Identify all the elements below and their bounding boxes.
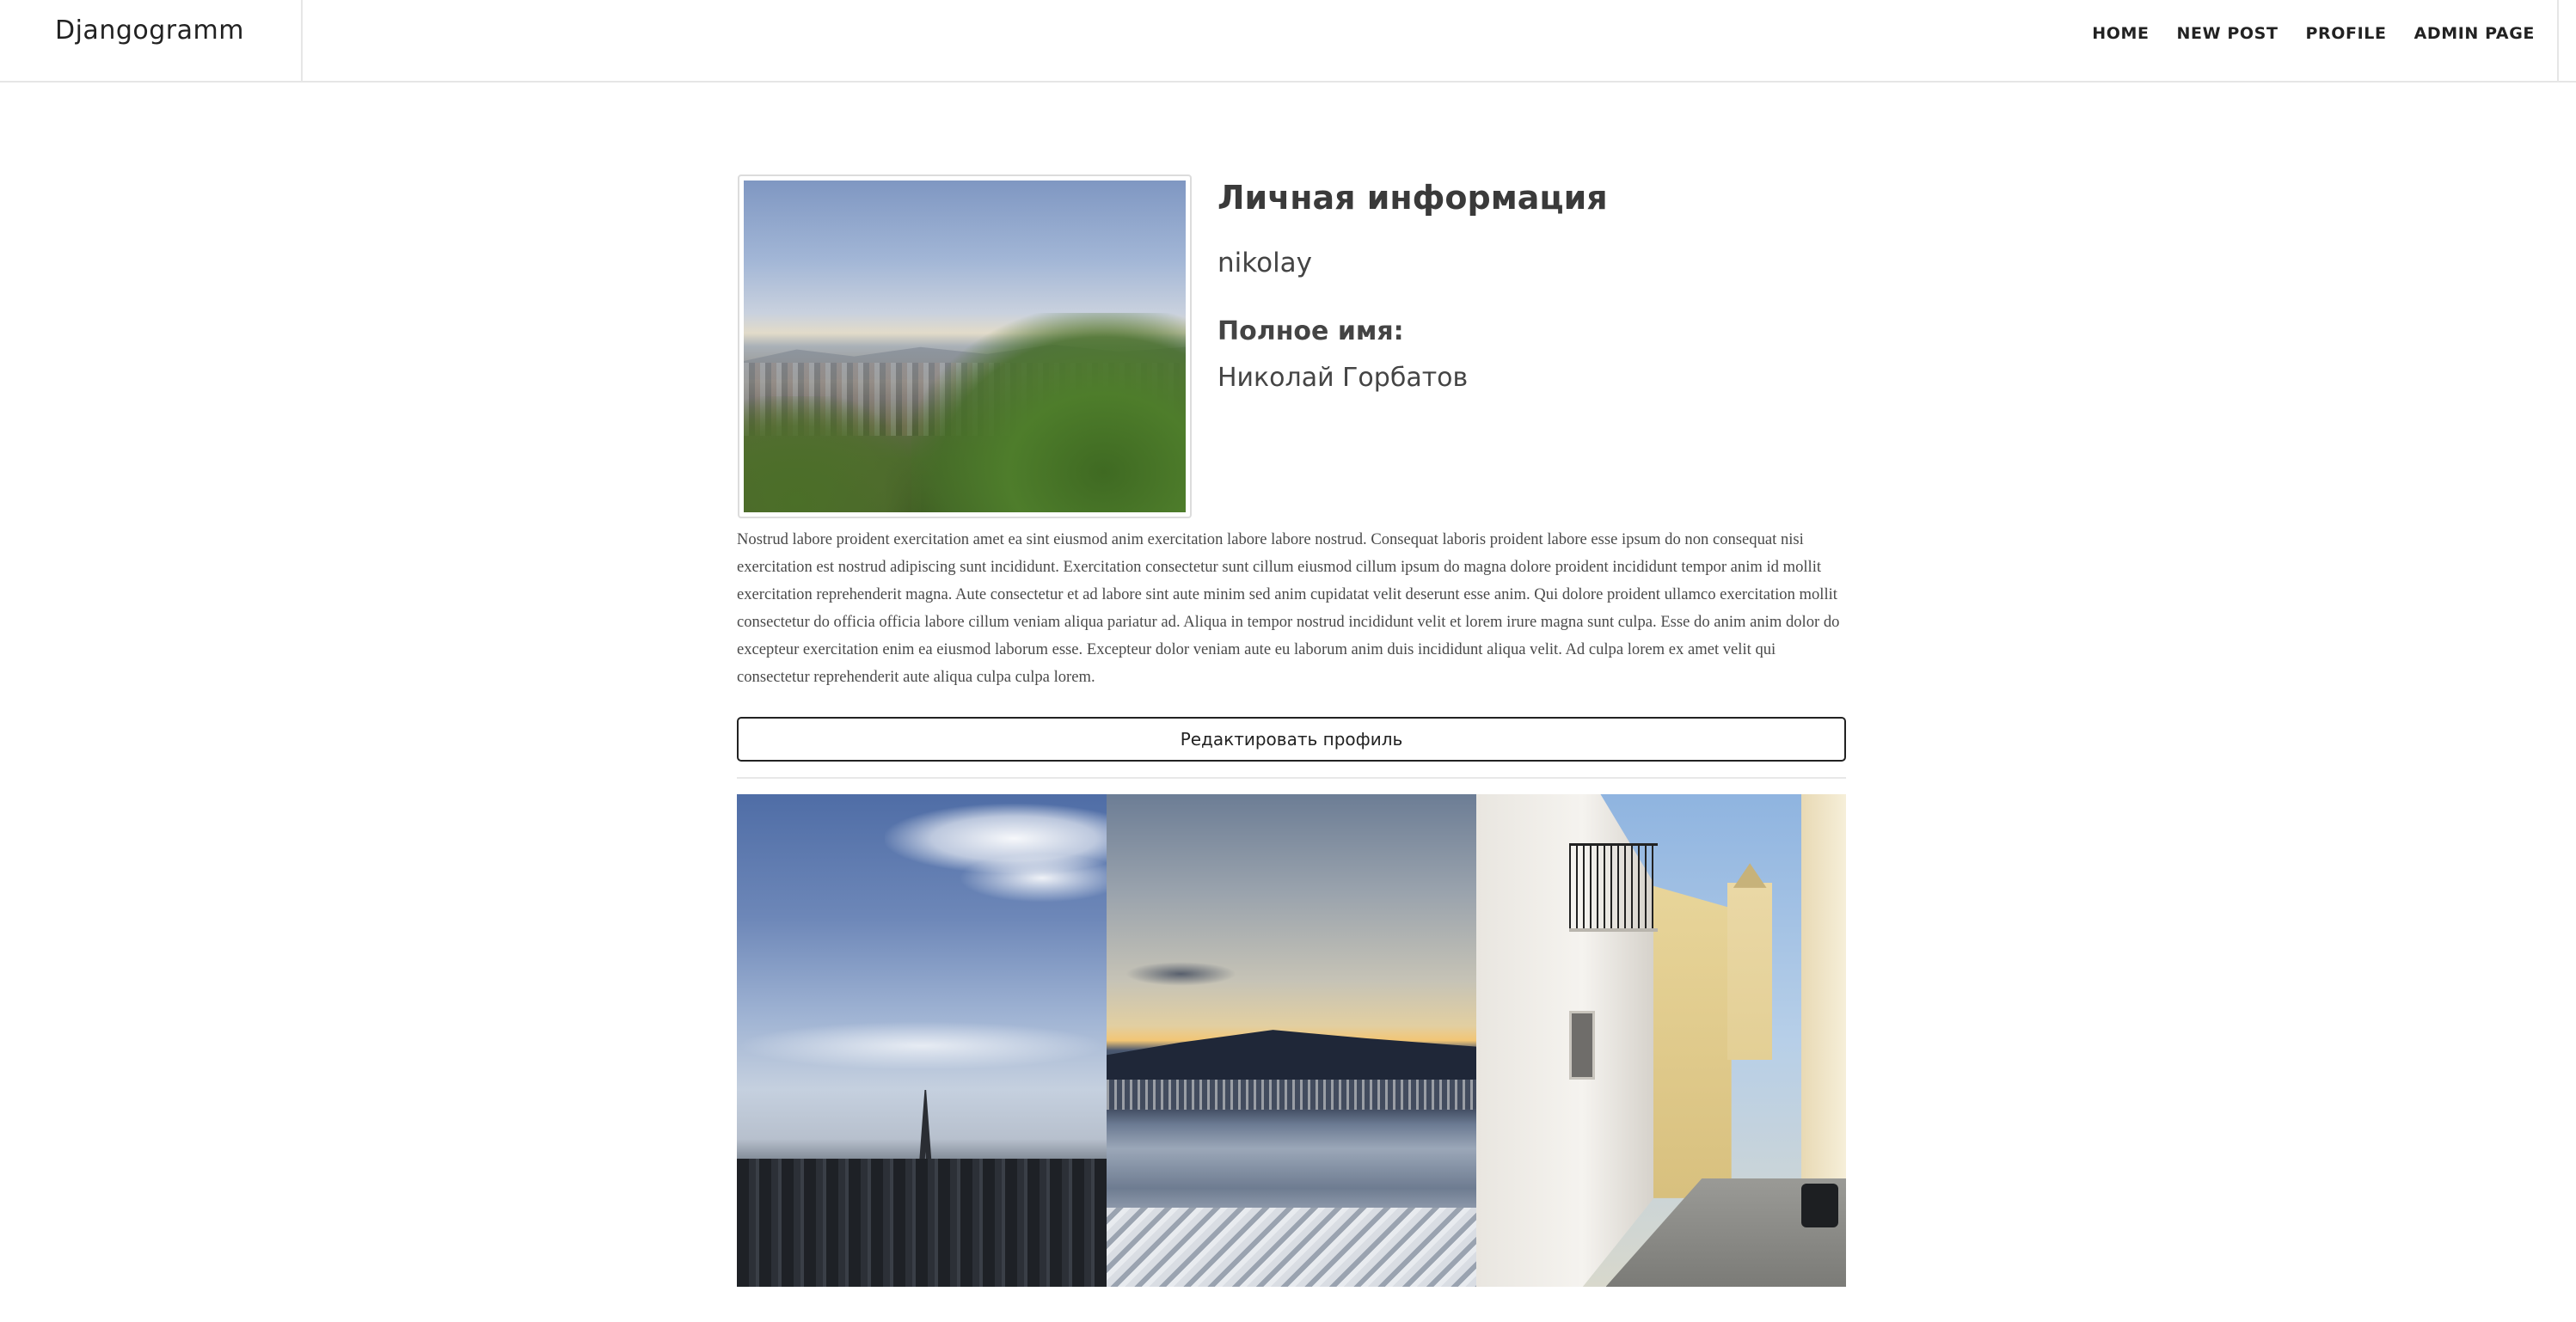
post-thumbnail-street[interactable] (1476, 794, 1846, 1287)
nav-link-profile[interactable]: PROFILE (2306, 24, 2387, 43)
full-name-value: Николай Горбатов (1217, 363, 1469, 393)
profile-username: nikolay (1217, 248, 1313, 278)
brand-logo-link[interactable]: Djangogramm (55, 15, 244, 46)
section-divider (737, 777, 1846, 779)
cloud (737, 1020, 1107, 1070)
bell-tower (1727, 883, 1772, 1061)
avatar-trees (911, 313, 1186, 512)
rooftops (737, 1159, 1107, 1287)
shore-town (1107, 1080, 1476, 1110)
avatar-trees-left (744, 395, 921, 512)
profile-avatar-image (744, 181, 1186, 512)
profile-section-title: Личная информация (1217, 179, 1608, 217)
nav-link-admin-page[interactable]: ADMIN PAGE (2414, 24, 2535, 43)
balcony-railing (1568, 843, 1658, 933)
stone-pier (1107, 1208, 1476, 1287)
nav-links: HOME NEW POST PROFILE ADMIN PAGE (2092, 24, 2535, 43)
brand-cell: Djangogramm (0, 0, 303, 81)
profile-bio: Nostrud labore proident exercitation ame… (737, 530, 1840, 686)
bell-tower-roof (1733, 863, 1767, 888)
window (1568, 1011, 1595, 1080)
navbar: Djangogramm HOME NEW POST PROFILE ADMIN … (0, 0, 2576, 83)
edit-profile-button[interactable]: Редактировать профиль (737, 717, 1846, 762)
posts-grid (737, 794, 1846, 1287)
profile-info: Личная информация nikolay Полное имя: Ни… (1217, 175, 1819, 395)
full-name-label: Полное имя: (1217, 316, 1404, 346)
post-thumbnail-sunset-sea[interactable] (1107, 794, 1476, 1287)
nav-link-new-post[interactable]: NEW POST (2177, 24, 2279, 43)
nav-link-home[interactable]: HOME (2092, 24, 2149, 43)
cloud (1125, 961, 1236, 987)
parked-car (1801, 1183, 1839, 1228)
profile-avatar-frame (738, 174, 1192, 518)
cloud (959, 853, 1107, 903)
post-thumbnail-paris[interactable] (737, 794, 1107, 1287)
navbar-divider (2557, 0, 2559, 81)
